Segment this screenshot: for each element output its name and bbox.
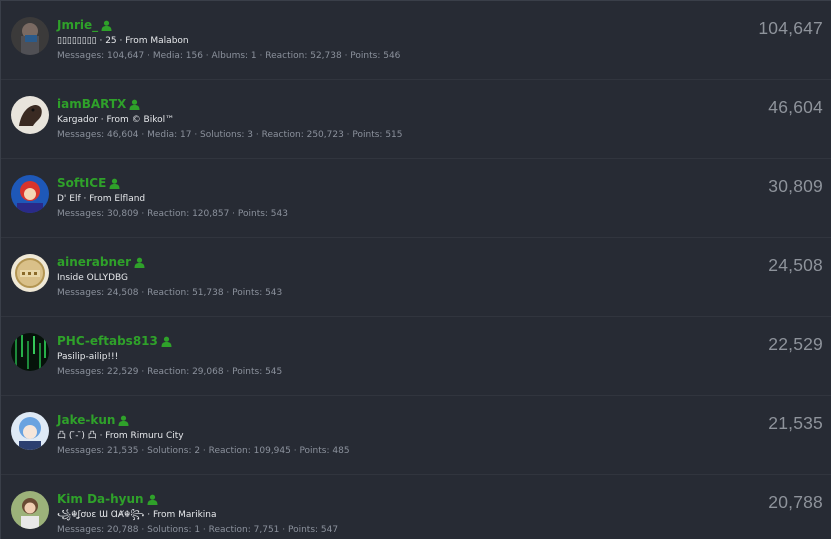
member-row: PHC-eftabs813 Pasilip-ailip!!! Messages:… [1, 317, 831, 396]
username-link[interactable]: SoftICE [57, 176, 106, 190]
user-blurb: Pasilip-ailip!!! [57, 352, 119, 362]
user-blurb: Inside OLLYDBG [57, 273, 128, 283]
member-row: iamBARTX Kargador · From © Bikol™ Messag… [1, 80, 831, 159]
member-info: ainerabner Inside OLLYDBG Messages: 24,5… [57, 254, 701, 300]
user-icon [134, 257, 145, 268]
name-line: Jake-kun [57, 412, 701, 428]
message-count: 24,508 [768, 255, 823, 275]
username-link[interactable]: Jake-kun [57, 413, 115, 427]
name-line: iamBARTX [57, 96, 701, 112]
user-icon [101, 20, 112, 31]
avatar[interactable] [11, 333, 49, 371]
user-blurb: D' Elf · From Elfland [57, 194, 146, 204]
user-blurb: ꧁☬ʆơʋɛ Ɯ ⱭȺ☬꧂ · From Marikina [57, 510, 217, 520]
username-link[interactable]: iamBARTX [57, 97, 126, 111]
member-info: Jmrie_ ▯▯▯▯▯▯▯▯ · 25 · From Malabon Mess… [57, 17, 701, 63]
avatar[interactable] [11, 17, 49, 55]
avatar[interactable] [11, 175, 49, 213]
member-info: Kim Da-hyun ꧁☬ʆơʋɛ Ɯ ⱭȺ☬꧂ · From Marikin… [57, 491, 701, 537]
user-icon [129, 99, 140, 110]
member-row: Jake-kun 凸 ( ̄- ̄) 凸 · From Rimuru City … [1, 396, 831, 475]
username-link[interactable]: PHC-eftabs813 [57, 334, 158, 348]
message-count: 22,529 [768, 334, 823, 354]
user-blurb: Kargador · From © Bikol™ [57, 115, 175, 125]
name-line: SoftICE [57, 175, 701, 191]
user-stats: Messages: 30,809 · Reaction: 120,857 · P… [57, 209, 288, 219]
message-count: 30,809 [768, 176, 823, 196]
user-stats: Messages: 20,788 · Solutions: 1 · Reacti… [57, 525, 339, 535]
user-stats: Messages: 46,604 · Media: 17 · Solutions… [57, 130, 403, 140]
member-row: Kim Da-hyun ꧁☬ʆơʋɛ Ɯ ⱭȺ☬꧂ · From Marikin… [1, 475, 831, 539]
user-icon [161, 336, 172, 347]
avatar[interactable] [11, 491, 49, 529]
message-count: 104,647 [758, 18, 823, 38]
avatar[interactable] [11, 254, 49, 292]
member-row: ainerabner Inside OLLYDBG Messages: 24,5… [1, 238, 831, 317]
name-line: Jmrie_ [57, 17, 701, 33]
message-count: 21,535 [768, 413, 823, 433]
member-info: SoftICE D' Elf · From Elfland Messages: … [57, 175, 701, 221]
avatar[interactable] [11, 412, 49, 450]
avatar[interactable] [11, 96, 49, 134]
name-line: ainerabner [57, 254, 701, 270]
user-icon [109, 178, 120, 189]
member-info: iamBARTX Kargador · From © Bikol™ Messag… [57, 96, 701, 142]
username-link[interactable]: ainerabner [57, 255, 131, 269]
message-count: 20,788 [768, 492, 823, 512]
member-info: PHC-eftabs813 Pasilip-ailip!!! Messages:… [57, 333, 701, 379]
member-info: Jake-kun 凸 ( ̄- ̄) 凸 · From Rimuru City … [57, 412, 701, 458]
user-blurb: 凸 ( ̄- ̄) 凸 · From Rimuru City [57, 431, 184, 441]
message-count: 46,604 [768, 97, 823, 117]
member-list: Jmrie_ ▯▯▯▯▯▯▯▯ · 25 · From Malabon Mess… [0, 0, 831, 539]
user-stats: Messages: 24,508 · Reaction: 51,738 · Po… [57, 288, 283, 298]
name-line: Kim Da-hyun [57, 491, 701, 507]
user-icon [118, 415, 129, 426]
user-blurb: ▯▯▯▯▯▯▯▯ · 25 · From Malabon [57, 36, 189, 46]
username-link[interactable]: Kim Da-hyun [57, 492, 144, 506]
member-row: Jmrie_ ▯▯▯▯▯▯▯▯ · 25 · From Malabon Mess… [1, 1, 831, 80]
member-row: SoftICE D' Elf · From Elfland Messages: … [1, 159, 831, 238]
user-stats: Messages: 22,529 · Reaction: 29,068 · Po… [57, 367, 283, 377]
username-link[interactable]: Jmrie_ [57, 18, 98, 32]
user-stats: Messages: 21,535 · Solutions: 2 · Reacti… [57, 446, 350, 456]
name-line: PHC-eftabs813 [57, 333, 701, 349]
user-stats: Messages: 104,647 · Media: 156 · Albums:… [57, 51, 401, 61]
user-icon [147, 494, 158, 505]
